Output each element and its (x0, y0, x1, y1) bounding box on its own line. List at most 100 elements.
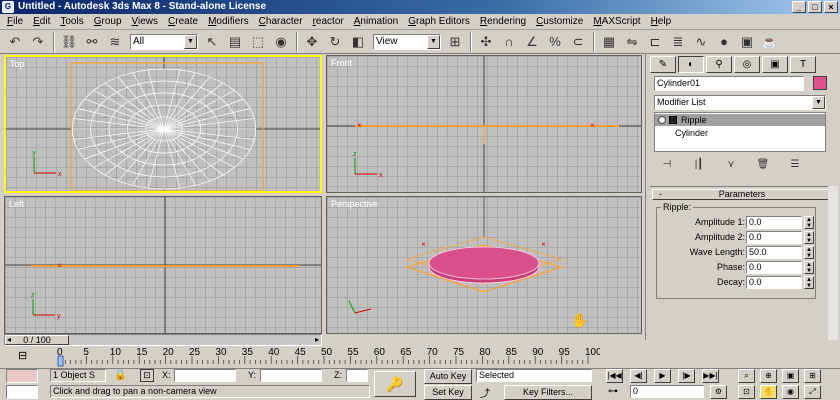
maxscript-listener-mini[interactable] (6, 369, 38, 383)
key-tangent-icon[interactable]: ⤴ (480, 385, 490, 400)
parameters-rollout-header[interactable]: - Parameters (652, 189, 832, 200)
next-frame-icon[interactable]: ▸ (315, 335, 319, 345)
stack-item-cylinder[interactable]: Cylinder (675, 128, 708, 138)
maxscript-input-mini[interactable] (6, 385, 38, 399)
viewport-perspective[interactable]: Perspective × × ✋ (326, 196, 642, 334)
zoom-icon[interactable]: ⌕ (738, 369, 755, 383)
rect-region-icon[interactable]: ⬚ (247, 32, 269, 52)
amplitude2-input[interactable]: 0.0 (746, 231, 802, 244)
named-sel-icon[interactable]: ▦ (598, 32, 620, 52)
spinner-icon[interactable]: ▲ ▼ (804, 261, 814, 274)
pivot-icon[interactable]: ⊞ (444, 32, 466, 52)
curve-editor-icon[interactable]: ∿ (690, 32, 712, 52)
utilities-tab[interactable]: T (790, 56, 816, 73)
viewport-left[interactable]: Left × z y (4, 196, 322, 334)
redo-icon[interactable]: ↷ (27, 32, 49, 52)
window-crossing-icon[interactable]: ◉ (270, 32, 292, 52)
auto-key-button[interactable]: Auto Key (424, 369, 472, 384)
maximize-button[interactable]: □ (808, 1, 822, 13)
show-end-result-icon[interactable]: |┃ (688, 156, 710, 172)
selection-filter-dropdown[interactable]: All ▼ (130, 33, 198, 50)
menu-customize[interactable]: Customize (531, 15, 588, 29)
close-button[interactable]: × (824, 1, 838, 13)
link-icon[interactable]: ⛓ (58, 32, 80, 52)
make-unique-icon[interactable]: ⋎ (720, 156, 742, 172)
region-zoom-icon[interactable]: ⊡ (738, 385, 755, 399)
spinner-snap-icon[interactable]: ⊂ (567, 32, 589, 52)
align-icon[interactable]: ⊏ (644, 32, 666, 52)
undo-icon[interactable]: ↶ (4, 32, 26, 52)
hierarchy-tab[interactable]: ⚲ (706, 56, 732, 73)
lightbulb-icon[interactable] (658, 116, 666, 124)
time-slider-thumb[interactable]: 0 / 100 (5, 335, 69, 345)
time-slider[interactable]: 0 / 100 ◂ ▸ (4, 334, 322, 346)
play-icon[interactable]: ▶ (654, 369, 671, 383)
menu-character[interactable]: Character (254, 15, 308, 29)
menu-file[interactable]: File (2, 15, 28, 29)
menu-tools[interactable]: Tools (55, 15, 88, 29)
rotate-icon[interactable]: ↻ (324, 32, 346, 52)
mirror-icon[interactable]: ⇋ (621, 32, 643, 52)
select-by-name-icon[interactable]: ▤ (224, 32, 246, 52)
time-config-icon[interactable]: ⚙ (710, 385, 727, 399)
ref-coord-dropdown[interactable]: View ▼ (373, 33, 441, 50)
expand-icon[interactable] (669, 116, 677, 124)
layer-icon[interactable]: ≣ (667, 32, 689, 52)
menu-reactor[interactable]: reactor (308, 15, 349, 29)
track-bar[interactable]: ⊟ 0 5 10 15 20 25 30 35 40 45 50 55 60 65 70 75 80 85 90 95… (0, 346, 600, 368)
key-mode-dropdown[interactable]: Selected (476, 369, 592, 382)
spinner-icon[interactable]: ▲ ▼ (804, 246, 814, 259)
current-frame-field[interactable]: 0 (630, 385, 704, 398)
configure-modifier-sets-icon[interactable]: ☰ (784, 156, 806, 172)
menu-edit[interactable]: Edit (28, 15, 55, 29)
pan-icon[interactable]: ✋ (760, 385, 777, 399)
viewport-front[interactable]: Front × × z x (326, 55, 642, 193)
material-editor-icon[interactable]: ● (713, 32, 735, 52)
spinner-icon[interactable]: ▲ ▼ (804, 216, 814, 229)
prev-frame-icon[interactable]: ◂ (7, 335, 11, 345)
key-mode-toggle-icon[interactable]: ⊶ (608, 386, 618, 397)
select-icon[interactable]: ↖ (201, 32, 223, 52)
stack-item-ripple[interactable]: Ripple (655, 114, 825, 126)
display-tab[interactable]: ▣ (762, 56, 788, 73)
next-frame-icon[interactable]: |▶ (678, 369, 695, 383)
y-coordinate-field[interactable] (260, 369, 322, 382)
remove-modifier-icon[interactable]: 🗑 (752, 156, 774, 172)
object-name-field[interactable]: Cylinder01 (654, 76, 804, 91)
render-scene-icon[interactable]: ▣ (736, 32, 758, 52)
object-color-swatch[interactable] (813, 76, 827, 90)
modify-tab[interactable]: ◐ (678, 56, 704, 73)
previous-frame-icon[interactable]: ◀| (630, 369, 647, 383)
modifier-list-dropdown[interactable]: Modifier List ▼ (654, 95, 826, 110)
viewport-top[interactable]: Top y x (4, 55, 322, 193)
command-panel-scrollbar[interactable] (828, 186, 838, 340)
zoom-extents-icon[interactable]: ▣ (782, 369, 799, 383)
set-key-button[interactable]: Set Key (424, 385, 472, 400)
lock-icon[interactable]: 🔒 (114, 370, 126, 381)
spinner-icon[interactable]: ▲ ▼ (804, 231, 814, 244)
manipulate-icon[interactable]: ✣ (475, 32, 497, 52)
key-filters-button[interactable]: Key Filters... (504, 385, 592, 400)
create-tab[interactable]: ✎ (650, 56, 676, 73)
angle-snap-icon[interactable]: ∠ (521, 32, 543, 52)
menu-maxscript[interactable]: MAXScript (588, 15, 645, 29)
phase-input[interactable]: 0.0 (746, 261, 802, 274)
menu-modifiers[interactable]: Modifiers (203, 15, 254, 29)
maximize-viewport-icon[interactable]: ⤢ (804, 385, 821, 399)
menu-rendering[interactable]: Rendering (475, 15, 531, 29)
menu-group[interactable]: Group (89, 15, 127, 29)
unlink-icon[interactable]: ⚯ (81, 32, 103, 52)
snap-3d-icon[interactable]: ∩ (498, 32, 520, 52)
key-icon[interactable]: 🔑 (374, 371, 416, 397)
decay-input[interactable]: 0.0 (746, 276, 802, 289)
zoom-extents-all-icon[interactable]: ⊞ (804, 369, 821, 383)
spinner-icon[interactable]: ▲ ▼ (804, 276, 814, 289)
bind-spacewarp-icon[interactable]: ≋ (104, 32, 126, 52)
menu-help[interactable]: Help (646, 15, 677, 29)
motion-tab[interactable]: ◎ (734, 56, 760, 73)
menu-animation[interactable]: Animation (349, 15, 403, 29)
move-icon[interactable]: ✥ (301, 32, 323, 52)
quick-render-icon[interactable]: ☕ (759, 32, 781, 52)
arc-rotate-icon[interactable]: ◉ (782, 385, 799, 399)
go-to-start-icon[interactable]: |◀◀ (606, 369, 623, 383)
